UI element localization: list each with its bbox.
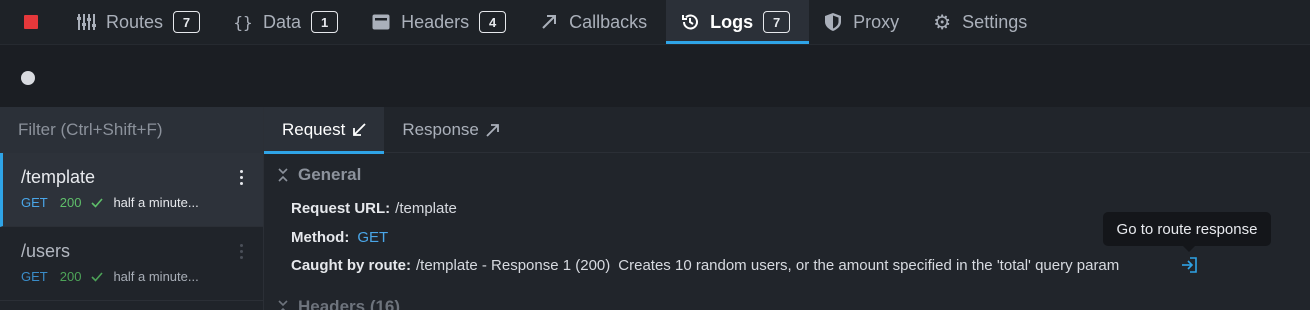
count-badge: 1 — [311, 11, 339, 33]
tab-request[interactable]: Request — [264, 107, 385, 154]
more-options-icon[interactable] — [237, 170, 245, 185]
tab-label: Callbacks — [569, 11, 648, 32]
tab-settings[interactable]: ⚙ Settings — [918, 0, 1046, 44]
log-status: 200 — [59, 269, 82, 284]
collapse-chevron-icon — [278, 168, 288, 182]
tooltip: Go to route response — [1103, 212, 1271, 252]
section-general-toggle[interactable]: General — [278, 165, 361, 185]
caught-route-value: /template - Response 1 (200) — [416, 257, 611, 274]
request-url-label: Request URL: — [291, 200, 391, 217]
tab-routes[interactable]: Routes 7 — [62, 0, 219, 44]
data-braces-icon: {} — [233, 12, 253, 32]
log-detail-panel: Request Response General Request URL:/te… — [264, 107, 1310, 310]
log-method: GET — [21, 269, 48, 284]
arrow-up-right-icon — [539, 12, 559, 32]
tab-response[interactable]: Response — [384, 107, 518, 153]
section-title: Headers (16) — [298, 297, 401, 310]
tab-headers[interactable]: Headers 4 — [357, 0, 525, 44]
shield-icon — [823, 12, 843, 32]
method-value: GET — [357, 229, 389, 246]
top-navigation: Routes 7 {} Data 1 Headers 4 Callbacks L… — [0, 0, 1310, 44]
tab-label: Data — [263, 11, 302, 32]
log-path: /users — [21, 241, 71, 261]
count-badge: 4 — [479, 11, 507, 33]
log-time: half a minute... — [113, 195, 199, 210]
status-dot-icon — [21, 71, 35, 85]
history-icon — [680, 12, 700, 32]
log-meta: GET 200 half a minute... — [21, 195, 263, 210]
stop-server-button[interactable] — [0, 0, 62, 44]
tab-callbacks[interactable]: Callbacks — [525, 0, 666, 44]
log-status: 200 — [59, 195, 82, 210]
log-method: GET — [21, 195, 48, 210]
check-icon — [91, 271, 104, 282]
log-list-item[interactable]: /users GET 200 half a minute... — [0, 227, 263, 301]
request-url-value: /template — [395, 200, 457, 217]
count-badge: 7 — [173, 11, 201, 33]
collapse-chevron-icon — [278, 300, 288, 310]
tab-data[interactable]: {} Data 1 — [219, 0, 357, 44]
external-link-icon — [1182, 257, 1197, 273]
section-headers-toggle[interactable]: Headers (16) — [278, 297, 400, 310]
count-badge: 7 — [763, 11, 791, 33]
more-options-icon[interactable] — [237, 244, 245, 259]
tab-label: Request — [282, 120, 346, 139]
headers-icon — [371, 12, 391, 32]
method-label: Method: — [291, 229, 350, 246]
filter-input[interactable] — [18, 120, 258, 140]
gear-icon: ⚙ — [933, 11, 952, 34]
tab-proxy[interactable]: Proxy — [809, 0, 918, 44]
tab-label: Routes — [106, 11, 164, 32]
tab-logs[interactable]: Logs 7 — [666, 0, 810, 44]
arrow-up-right-icon — [486, 123, 500, 137]
log-time: half a minute... — [113, 269, 199, 284]
stop-icon — [24, 15, 38, 29]
tab-label: Response — [402, 120, 479, 139]
arrow-down-left-icon — [352, 123, 366, 137]
route-description: Creates 10 random users, or the amount s… — [618, 257, 1120, 274]
log-path: /template — [21, 167, 96, 187]
detail-tabs: Request Response — [264, 107, 1310, 154]
caught-by-route-label: Caught by route: — [291, 257, 411, 274]
section-title: General — [298, 165, 362, 184]
log-list-item[interactable]: /template GET 200 half a minute... — [0, 153, 263, 227]
caught-by-route-row: Caught by route: /template - Response 1 (… — [291, 257, 1119, 274]
filter-bar — [0, 107, 263, 153]
tab-label: Settings — [962, 11, 1028, 32]
logs-list-panel: /template GET 200 half a minute... /user… — [0, 107, 264, 310]
environment-bar — [0, 44, 1310, 107]
tab-label: Headers — [401, 11, 470, 32]
tab-label: Proxy — [853, 11, 900, 32]
routes-icon — [76, 12, 96, 32]
go-to-route-response-button[interactable] — [1178, 254, 1200, 276]
check-icon — [91, 197, 104, 208]
method-row: Method: GET — [291, 229, 388, 246]
log-meta: GET 200 half a minute... — [21, 269, 263, 284]
tab-label: Logs — [710, 11, 754, 32]
request-url-row: Request URL:/template — [291, 200, 457, 217]
